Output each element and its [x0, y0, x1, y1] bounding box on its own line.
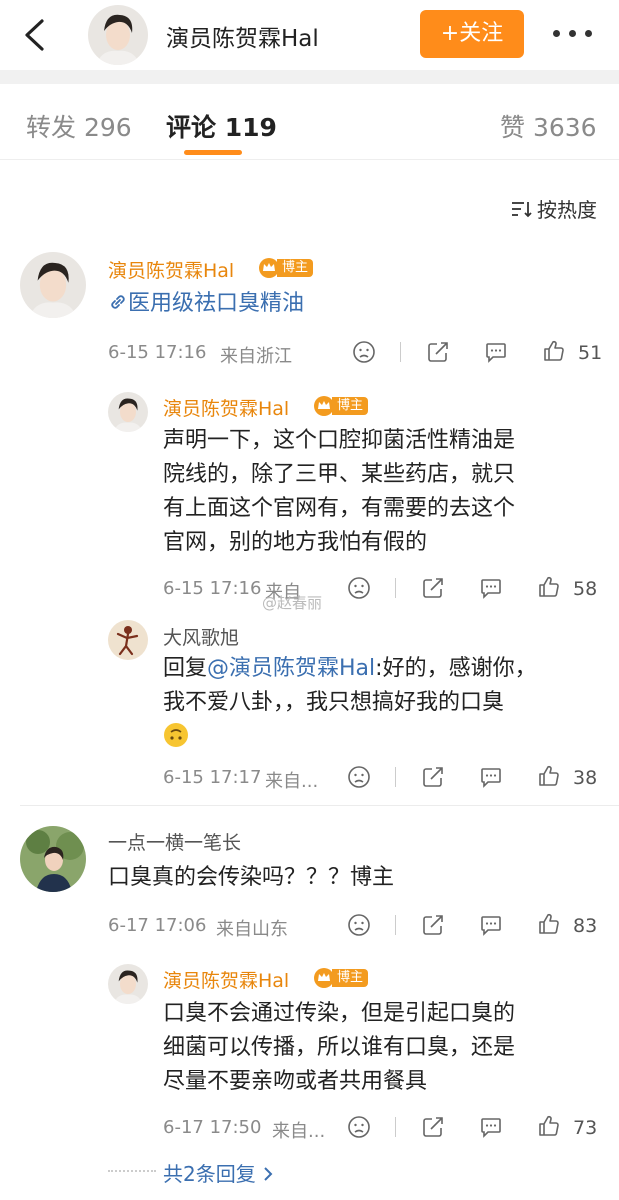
comment-time: 6-15 17:17 [163, 767, 262, 788]
like-icon[interactable] [537, 764, 561, 788]
comment-author[interactable]: 一点一横一笔长 [108, 828, 241, 855]
dislike-icon[interactable] [352, 340, 376, 364]
like-count: 51 [578, 342, 603, 364]
tab-likes[interactable]: 赞 3636 [500, 108, 597, 144]
sort-icon [512, 201, 532, 217]
more-replies-link[interactable]: 共2条回复 [163, 1158, 274, 1187]
comment-location: 来自山东 [216, 919, 288, 940]
like-count: 73 [573, 1117, 598, 1139]
avatar[interactable] [108, 620, 148, 660]
comment-time: 6-15 17:16 [108, 342, 207, 363]
like-count: 58 [573, 578, 598, 600]
sort-toggle[interactable]: 按热度 [511, 194, 597, 223]
comment-time: 6-15 17:16 [163, 578, 262, 599]
dislike-icon[interactable] [347, 1115, 371, 1139]
comment-text: 口臭不会通过传染，但是引起口臭的 细菌可以传播，所以谁有口臭，还是 尽量不要亲吻… [163, 1001, 516, 1094]
divider [395, 1117, 396, 1137]
divider [395, 767, 396, 787]
top-bar: 演员陈贺霖Hal +关注 [0, 0, 619, 70]
blogger-badge: 博主 [258, 257, 314, 279]
avatar[interactable] [20, 826, 86, 892]
like-icon[interactable] [542, 339, 566, 363]
comment-author[interactable]: 大风歌旭 [163, 623, 239, 650]
page-title: 演员陈贺霖Hal [166, 26, 319, 52]
tab-reposts[interactable]: 转发 296 [26, 108, 132, 144]
comment-location: 来自... [265, 771, 319, 792]
like-count: 83 [573, 915, 598, 937]
like-icon[interactable] [537, 912, 561, 936]
avatar[interactable] [108, 964, 148, 1004]
sort-label: 按热度 [537, 198, 597, 222]
divider [395, 915, 396, 935]
watermark: @赵春丽 [262, 594, 323, 612]
comment-location: 来自浙江 [220, 346, 292, 367]
comment-time: 6-17 17:50 [163, 1117, 262, 1138]
comment-icon[interactable] [484, 340, 508, 364]
share-icon[interactable] [421, 1115, 445, 1139]
share-icon[interactable] [421, 576, 445, 600]
avatar[interactable] [88, 5, 148, 65]
comment-icon[interactable] [479, 913, 503, 937]
comment-icon[interactable] [479, 765, 503, 789]
avatar[interactable] [20, 252, 86, 318]
divider [400, 342, 401, 362]
comment-text: 口臭真的会传染吗？？？博主 [108, 865, 395, 890]
tab-bar: 转发 296 评论 119 赞 3636 [0, 84, 619, 160]
divider [395, 578, 396, 598]
avatar[interactable] [108, 392, 148, 432]
comment-text: 回复@演员陈贺霖Hal:好的，感谢你， 我不爱八卦，，我只想搞好我的口臭 [163, 652, 537, 754]
comment-time: 6-17 17:06 [108, 915, 207, 936]
share-icon[interactable] [421, 913, 445, 937]
chevron-right-icon [264, 1167, 273, 1181]
section-divider [0, 70, 619, 84]
upside-down-face-icon [164, 723, 188, 747]
dislike-icon[interactable] [347, 576, 371, 600]
comment-icon[interactable] [479, 1115, 503, 1139]
comment-author[interactable]: 演员陈贺霖Hal [163, 966, 289, 993]
share-icon[interactable] [426, 340, 450, 364]
like-icon[interactable] [537, 575, 561, 599]
link-icon [111, 295, 125, 309]
divider [20, 805, 619, 806]
comment-text: 声明一下，这个口腔抑菌活性精油是 院线的，除了三甲、某些药店，就只 有上面这个官… [163, 428, 516, 555]
dislike-icon[interactable] [347, 913, 371, 937]
blogger-badge: 博主 [313, 967, 369, 989]
comment-author[interactable]: 演员陈贺霖Hal [163, 394, 289, 421]
comment-location: 来自... [272, 1121, 326, 1142]
more-options-icon[interactable] [553, 30, 593, 40]
tab-comments[interactable]: 评论 119 [166, 108, 277, 144]
dotted-separator [108, 1170, 156, 1172]
active-tab-indicator [184, 150, 242, 155]
back-arrow-icon[interactable] [22, 18, 48, 52]
follow-button[interactable]: +关注 [420, 10, 524, 58]
like-icon[interactable] [537, 1114, 561, 1138]
blogger-badge: 博主 [313, 395, 369, 417]
share-icon[interactable] [421, 765, 445, 789]
mention-link[interactable]: @演员陈贺霖Hal [207, 656, 375, 681]
comment-icon[interactable] [479, 576, 503, 600]
comment-author[interactable]: 演员陈贺霖Hal [108, 256, 234, 283]
like-count: 38 [573, 767, 598, 789]
comment-link[interactable]: 医用级祛口臭精油 [108, 287, 304, 321]
dislike-icon[interactable] [347, 765, 371, 789]
